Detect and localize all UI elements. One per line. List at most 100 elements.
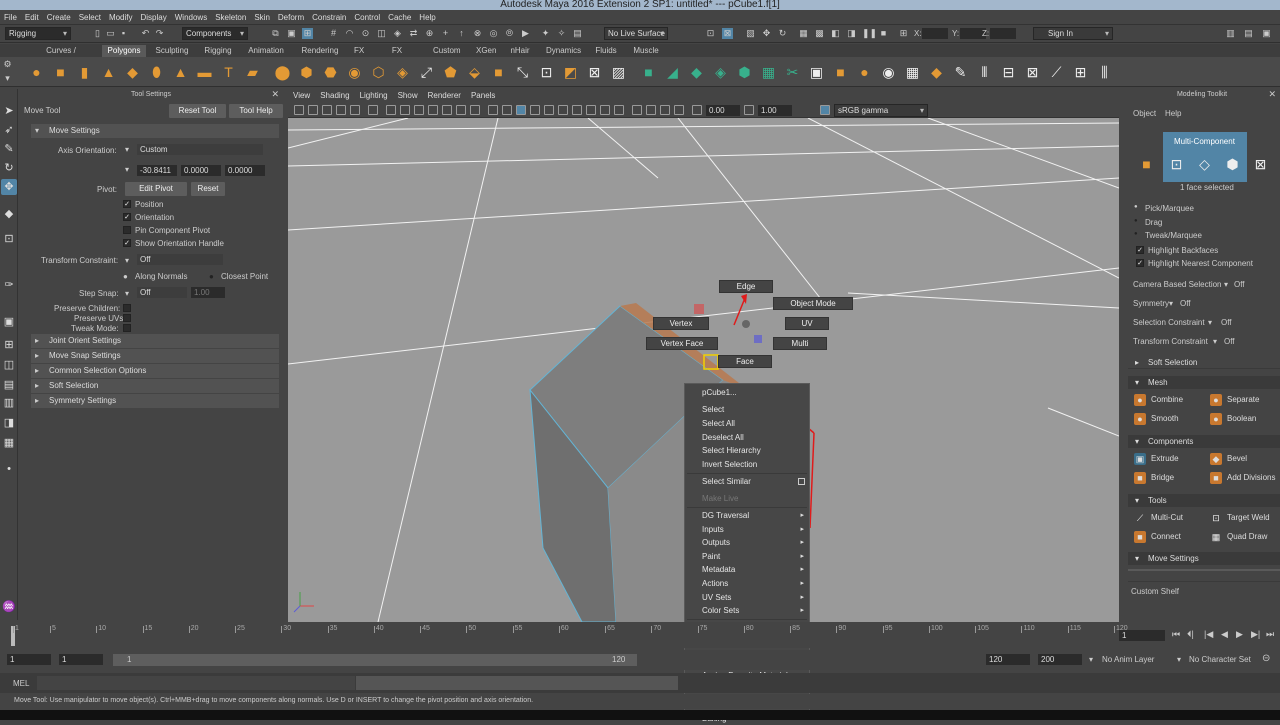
sculpt-tool-icon[interactable]: ✑ [1,277,17,293]
grid-toggle-icon[interactable] [386,105,396,115]
marking-menu-multi[interactable]: Multi [773,337,827,350]
pick-marquee-radio[interactable]: ● [1134,204,1138,210]
tweak-mode-checkbox[interactable] [123,324,131,332]
marking-menu-face[interactable]: Face [718,355,772,368]
tool-settings-icon[interactable]: ▣ [1261,28,1272,39]
exposure-field[interactable]: 0.00 [706,105,740,116]
shelf-tab-rigging[interactable]: Rigging [198,45,238,57]
shelf-tab-fluids[interactable]: Fluids [590,45,622,57]
position-checkbox[interactable]: ✓ [123,200,131,208]
wedge-face-icon[interactable]: ⫼ [1096,64,1113,80]
playback-start-field[interactable]: 1 [59,654,103,665]
panel-four-icon[interactable]: ▩ [814,28,825,39]
go-to-start-icon[interactable]: ⏮ [1172,629,1180,640]
poly-plane-icon[interactable]: ⬮ [148,64,165,80]
redo-icon[interactable]: ↷ [154,28,165,39]
anti-aliasing-icon[interactable] [614,105,624,115]
range-bar[interactable] [113,654,637,666]
snap-surface-icon[interactable]: ◈ [392,28,403,39]
orientation-checkbox[interactable]: ✓ [123,213,131,221]
tweak-marquee-radio[interactable]: ● [1134,231,1138,237]
viewport-menu-renderer[interactable]: Renderer [423,90,466,102]
grease-pencil-icon[interactable] [368,105,378,115]
mirror-icon[interactable]: ◈ [394,64,411,80]
bookmark-icon[interactable] [322,105,332,115]
shadows-icon[interactable] [572,105,582,115]
select-hierarchy-icon[interactable]: ⧉ [270,28,281,39]
cleanup-icon[interactable]: ■ [490,64,507,80]
menu-display[interactable]: Display [137,10,171,25]
marking-menu-vertex[interactable]: Vertex [653,317,709,330]
live-surface-field[interactable]: No Live Surface [604,27,668,40]
cut-uv-icon[interactable]: ✂ [784,64,801,80]
layout-four-icon[interactable]: ⊞ [1,337,17,353]
layout-single-icon[interactable]: ▣ [1,314,17,330]
cylindrical-mapping-icon[interactable]: ◢ [664,64,681,80]
object-pick-icon[interactable]: ⊗ [472,28,483,39]
menu-help[interactable]: Help [415,10,439,25]
smooth-button[interactable]: ● Smooth [1130,411,1179,427]
camera-select-icon[interactable] [294,105,304,115]
target-weld-button[interactable]: ⊡ Target Weld [1206,510,1269,526]
step-back-icon[interactable]: ⏴| [1187,629,1194,640]
viewport-menu-panels[interactable]: Panels [466,90,500,102]
layout-graph-icon[interactable]: ▥ [1,395,17,411]
marking-menu-uv[interactable]: UV [785,317,829,330]
menu-skeleton[interactable]: Skeleton [211,10,250,25]
drag-radio[interactable]: ● [1134,218,1138,224]
pause-icon[interactable]: ❚❚ [862,28,877,39]
panel-outliner-icon[interactable]: ◨ [846,28,857,39]
backface-icon[interactable] [674,105,684,115]
preserve-uvs-checkbox[interactable] [123,314,131,322]
z-field[interactable] [990,28,1016,39]
selection-constraint-value[interactable]: Off [1221,318,1232,327]
poly-prism-icon[interactable]: ▲ [172,64,189,80]
offset-edge-loop-icon[interactable]: ▨ [610,64,627,80]
extract-icon[interactable]: ⤢ [418,64,435,80]
reduce-icon[interactable]: ⬙ [466,64,483,80]
edge-mode-icon[interactable]: ◇ [1196,156,1213,172]
shelf-tab-sculpting[interactable]: Sculpting [149,45,195,57]
menu-select[interactable]: Select [75,10,105,25]
save-scene-icon[interactable]: ▪ [118,28,129,39]
layout-hypershade-icon[interactable]: ▦ [1,435,17,451]
viewport-menu-shading[interactable]: Shading [315,90,354,102]
context-menu-item[interactable]: Color Sets ▸ [685,605,809,617]
edit-pivot-button[interactable]: Edit Pivot [125,182,187,196]
context-menu-item[interactable]: Select All [685,418,809,430]
modeling-toolkit-icon[interactable]: ⊠ [722,28,733,39]
menu-create[interactable]: Create [43,10,75,25]
snap-grid-icon[interactable]: # [328,28,339,39]
go-to-end-icon[interactable]: ⏭ [1266,629,1274,640]
normals-icon[interactable]: ◉ [880,64,897,80]
mesh-section[interactable]: Mesh [1128,376,1280,389]
move-settings-section[interactable]: Move Settings [31,124,279,138]
poly-cylinder-icon[interactable]: ▮ [76,64,93,80]
command-input[interactable] [37,676,355,690]
context-menu-item[interactable]: Actions ▸ [685,578,809,590]
gamma-icon[interactable] [744,105,754,115]
color-management-icon[interactable] [820,105,830,115]
object-mode-icon[interactable]: ■ [1138,156,1155,172]
sew-uv-icon[interactable]: ▣ [808,64,825,80]
layout-persp-graph-icon[interactable]: ◨ [1,415,17,431]
bridge-button[interactable]: ■ Bridge [1130,470,1174,486]
uv-mode-icon[interactable]: ⊠ [1252,156,1269,172]
toolkit-menu-object[interactable]: Object [1133,109,1156,118]
character-set-dropdown[interactable]: No Character Set [1189,655,1251,664]
safe-action-icon[interactable] [456,105,466,115]
shelf-tab-polygons[interactable]: Polygons [102,45,146,57]
transform-constraint-mt-value[interactable]: Off [1224,337,1235,346]
snap-curve-icon[interactable]: ◠ [344,28,355,39]
uv-checker-icon[interactable]: ▦ [760,64,777,80]
live-surface-icon[interactable]: ▤ [572,28,583,39]
menu-constrain[interactable]: Constrain [308,10,350,25]
layout-two-icon[interactable]: ◫ [1,357,17,373]
smooth-shade-icon[interactable] [502,105,512,115]
poly-cone-icon[interactable]: ▲ [100,64,117,80]
playback-end-field[interactable]: 120 [986,654,1030,665]
step-snap-dropdown[interactable]: Off [137,287,187,298]
xray-active-icon[interactable] [660,105,670,115]
context-menu-item[interactable]: Deselect All [685,432,809,444]
transform-field-icon[interactable]: ⊞ [898,28,909,39]
